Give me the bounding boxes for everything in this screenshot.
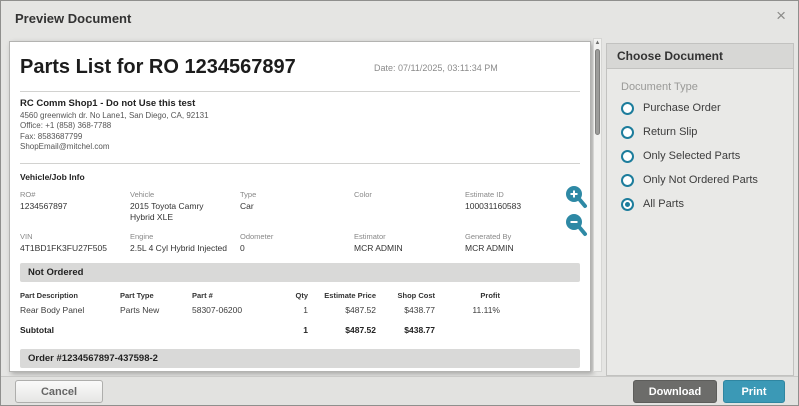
- divider: [20, 91, 580, 92]
- scrollbar-thumb[interactable]: [595, 49, 600, 135]
- vehicle-fields-row2: VIN 4T1BD1FK3FU27F505 Engine 2.5L 4 Cyl …: [20, 232, 580, 254]
- radio-only-not-ordered-parts[interactable]: Only Not Ordered Parts: [621, 173, 793, 187]
- field-type: Type Car: [240, 190, 354, 223]
- vehicle-fields-row1: RO# 1234567897 Vehicle 2015 Toyota Camry…: [20, 190, 580, 223]
- order-section-header: Order #1234567897-437598-2: [20, 349, 580, 368]
- document-date: Date: 07/11/2025, 03:11:34 PM: [374, 63, 498, 73]
- not-ordered-section-header: Not Ordered: [20, 263, 580, 282]
- field-color: Color: [354, 190, 465, 223]
- choose-document-heading: Choose Document: [606, 43, 794, 69]
- scroll-up-icon[interactable]: ▲: [594, 39, 601, 48]
- dialog-titlebar: Preview Document ×: [1, 1, 798, 35]
- table-header-row: Part Description Part Type Part # Qty Es…: [20, 288, 502, 303]
- radio-all-parts[interactable]: All Parts: [621, 197, 793, 211]
- dialog-footer: Cancel Download Print: [1, 376, 798, 405]
- close-icon[interactable]: ×: [776, 7, 786, 24]
- dialog-title: Preview Document: [15, 11, 131, 26]
- preview-zoom-controls: [564, 184, 590, 240]
- not-ordered-table: Part Description Part Type Part # Qty Es…: [20, 288, 502, 337]
- zoom-in-icon[interactable]: [564, 184, 588, 210]
- document-title: Parts List for RO 1234567897: [20, 56, 296, 78]
- field-generated-by: Generated By MCR ADMIN: [465, 232, 580, 254]
- field-estimator: Estimator MCR ADMIN: [354, 232, 465, 254]
- radio-icon: [621, 198, 634, 211]
- field-vin: VIN 4T1BD1FK3FU27F505: [20, 232, 130, 254]
- print-button[interactable]: Print: [723, 380, 785, 403]
- radio-icon: [621, 126, 634, 139]
- table-row: Rear Body Panel Parts New 58307-06200 1 …: [20, 303, 502, 317]
- subtotal-row: Subtotal 1 $487.52 $438.77: [20, 317, 502, 337]
- shop-email: ShopEmail@mitchel.com: [20, 142, 580, 152]
- field-odometer: Odometer 0: [240, 232, 354, 254]
- document-type-group: Document Type Purchase Order Return Slip…: [606, 69, 794, 376]
- divider: [20, 163, 580, 164]
- radio-purchase-order[interactable]: Purchase Order: [621, 101, 793, 115]
- zoom-out-icon[interactable]: [564, 212, 588, 238]
- preview-document-dialog: Preview Document × Parts List for RO 123…: [0, 0, 799, 406]
- shop-info: RC Comm Shop1 - Do not Use this test 456…: [20, 98, 580, 153]
- document-header: Parts List for RO 1234567897 Date: 07/11…: [20, 56, 580, 86]
- preview-scrollbar[interactable]: ▲: [593, 38, 602, 372]
- shop-address: 4560 greenwich dr. No Lane1, San Diego, …: [20, 111, 580, 121]
- radio-icon: [621, 102, 634, 115]
- download-button[interactable]: Download: [633, 380, 717, 403]
- radio-return-slip[interactable]: Return Slip: [621, 125, 793, 139]
- cancel-button[interactable]: Cancel: [15, 380, 103, 403]
- document-type-label: Document Type: [621, 81, 793, 93]
- document-preview-pane[interactable]: Parts List for RO 1234567897 Date: 07/11…: [9, 41, 591, 372]
- shop-name: RC Comm Shop1 - Do not Use this test: [20, 98, 580, 109]
- vehicle-job-info-heading: Vehicle/Job Info: [20, 172, 580, 182]
- radio-icon: [621, 174, 634, 187]
- field-vehicle: Vehicle 2015 Toyota Camry Hybrid XLE: [130, 190, 240, 223]
- document-page: Parts List for RO 1234567897 Date: 07/11…: [10, 42, 590, 372]
- radio-icon: [621, 150, 634, 163]
- field-engine: Engine 2.5L 4 Cyl Hybrid Injected: [130, 232, 240, 254]
- field-estimate-id: Estimate ID 100031160583: [465, 190, 580, 223]
- shop-office-phone: Office: +1 (858) 368-7788: [20, 121, 580, 131]
- radio-only-selected-parts[interactable]: Only Selected Parts: [621, 149, 793, 163]
- field-ro-number: RO# 1234567897: [20, 190, 130, 223]
- shop-fax: Fax: 8583687799: [20, 132, 580, 142]
- choose-document-panel: Choose Document Document Type Purchase O…: [606, 43, 794, 373]
